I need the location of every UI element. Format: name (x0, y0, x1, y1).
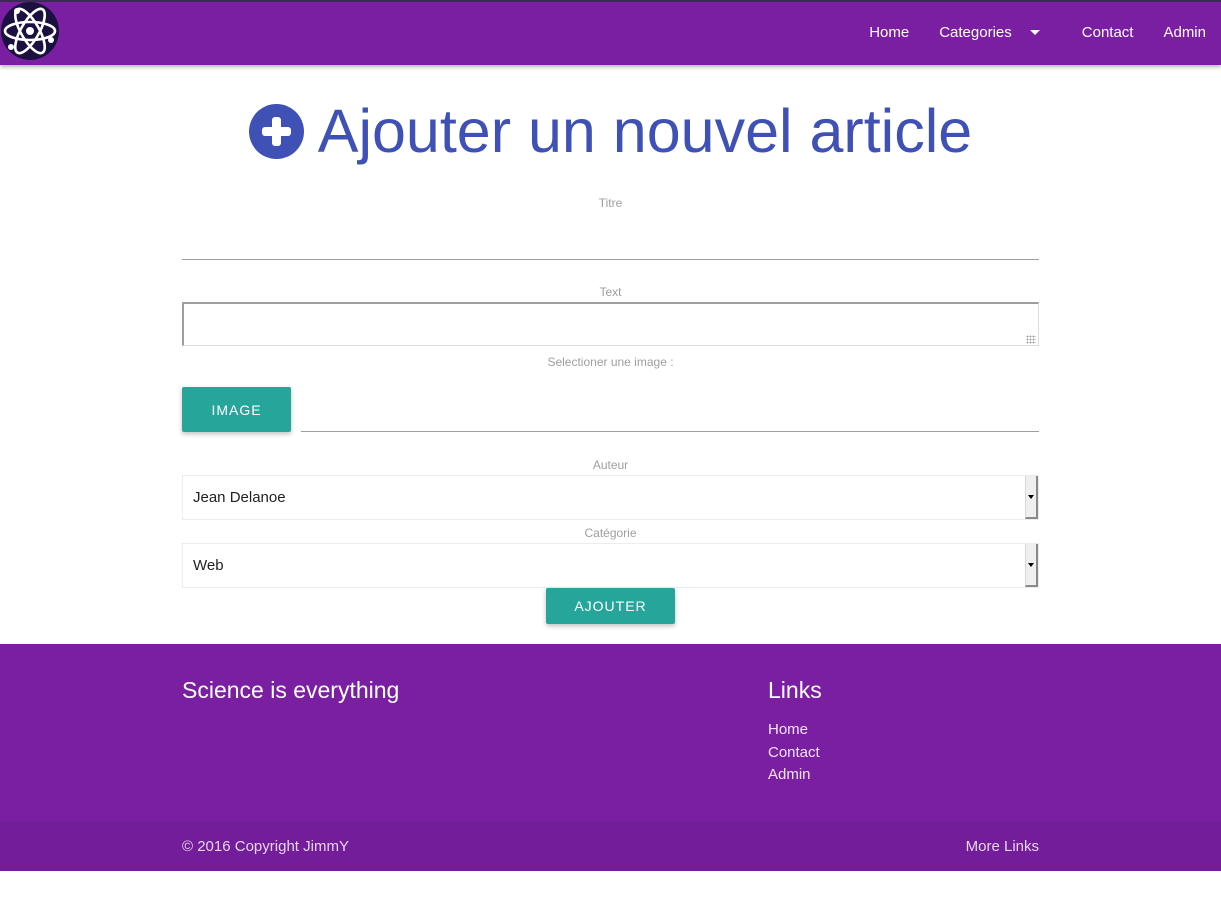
nav-contact-link[interactable]: Contact (1067, 0, 1149, 65)
footer-link-home[interactable]: Home (768, 719, 820, 742)
footer-title: Science is everything (182, 677, 400, 703)
page-title-text: Ajouter un nouvel article (317, 97, 973, 165)
nav-admin-link[interactable]: Admin (1148, 0, 1221, 65)
page-title: Ajouter un nouvel article (0, 95, 1221, 167)
resize-grip-icon[interactable] (1026, 335, 1036, 344)
auteur-select[interactable]: Jean Delanoe (182, 475, 1039, 520)
titre-input[interactable] (182, 214, 1039, 260)
auteur-label: Auteur (592, 458, 629, 472)
auteur-selected-value: Jean Delanoe (193, 489, 286, 506)
footer-links-title: Links (768, 677, 822, 703)
titre-label: Titre (598, 196, 623, 210)
image-upload-button[interactable]: Image (182, 387, 291, 432)
footer: Science is everything Links Home Contact… (0, 644, 1221, 871)
text-textarea[interactable] (182, 302, 1039, 346)
more-links-link[interactable]: More Links (966, 838, 1039, 855)
select-arrow-icon[interactable] (1025, 476, 1038, 519)
text-label: Text (599, 285, 622, 299)
navbar: Home Categories Contact Admin (0, 0, 1221, 65)
nav-categories-label: Categories (939, 24, 1012, 41)
footer-link-admin[interactable]: Admin (768, 764, 820, 787)
caret-down-icon (1029, 30, 1040, 35)
copyright-text: © 2016 Copyright JimmY (182, 838, 349, 855)
atom-icon[interactable] (1, 2, 59, 60)
footer-copyright-bar: © 2016 Copyright JimmY More Links (0, 821, 1221, 871)
ajouter-button[interactable]: Ajouter (546, 588, 675, 624)
image-label: Selectioner une image : (547, 355, 674, 369)
nav-menu: Home Categories Contact Admin (854, 0, 1221, 65)
footer-links-list: Home Contact Admin (768, 719, 820, 787)
file-path-input[interactable] (301, 388, 1039, 432)
categorie-selected-value: Web (193, 557, 224, 574)
select-arrow-icon[interactable] (1025, 544, 1038, 587)
nav-categories-dropdown[interactable]: Categories (924, 0, 1067, 65)
footer-link-contact[interactable]: Contact (768, 742, 820, 765)
categorie-select[interactable]: Web (182, 543, 1039, 588)
nav-home-link[interactable]: Home (854, 0, 924, 65)
categorie-label: Catégorie (584, 526, 637, 540)
plus-circle-icon (248, 104, 304, 160)
